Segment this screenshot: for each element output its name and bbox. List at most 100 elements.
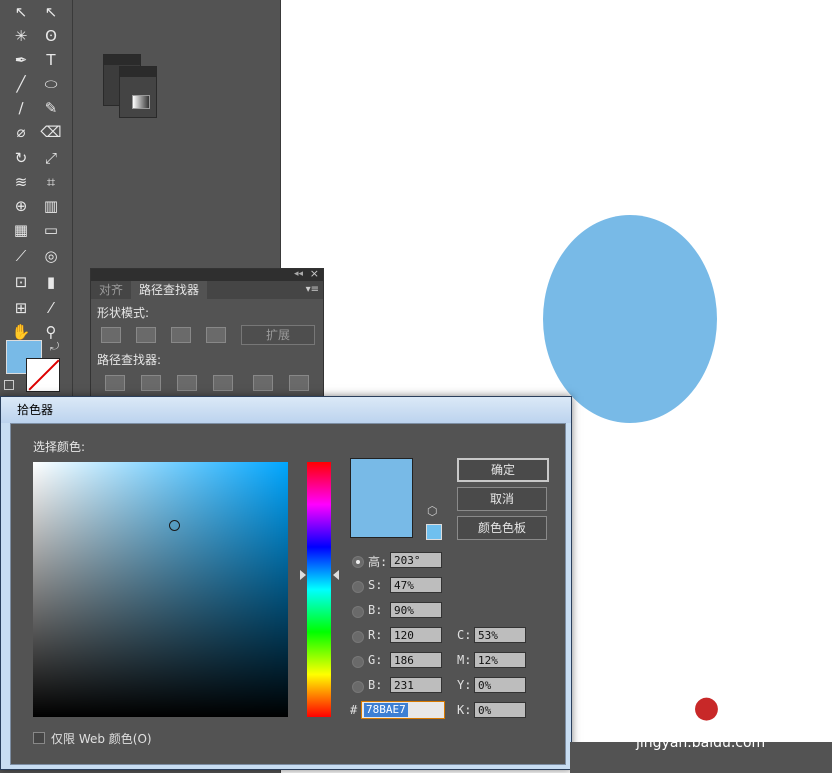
black-field[interactable]: 0% (474, 702, 526, 718)
merge-button[interactable] (177, 375, 197, 391)
slice-tool-icon[interactable]: ⁄ (40, 298, 62, 318)
yellow-field[interactable]: 0% (474, 677, 526, 693)
watermark-brand: Bai (640, 690, 694, 725)
panel-tabs: 对齐 路径查找器 ▾≡ (91, 281, 323, 299)
expand-button[interactable]: 扩展 (241, 325, 315, 345)
yellow-label: Y: (457, 678, 472, 692)
gradient-panel-icon[interactable] (119, 66, 157, 118)
watermark-cn: 经验 (772, 698, 817, 723)
scale-tool-icon[interactable]: ⤢ (40, 148, 62, 168)
hex-value: 78BAE7 (364, 703, 408, 717)
web-safe-color-swatch[interactable] (426, 524, 442, 540)
collapse-icon[interactable]: ◂◂ (294, 269, 303, 279)
watermark-brand2: du (719, 690, 763, 725)
width-tool-icon[interactable]: ≋ (10, 172, 32, 192)
green-radio[interactable] (352, 656, 364, 668)
symbol-sprayer-tool-icon[interactable]: ⊡ (10, 272, 32, 292)
pathfinders-label: 路径查找器: (97, 353, 162, 367)
new-color-preview (350, 458, 413, 538)
blend-tool-icon[interactable]: ◎ (40, 246, 62, 266)
hue-slider[interactable] (307, 462, 331, 717)
cancel-button[interactable]: 取消 (457, 487, 547, 511)
swap-fill-stroke-icon[interactable]: ⤾ (50, 340, 59, 354)
perspective-grid-tool-icon[interactable]: ▥ (40, 196, 62, 216)
artboard-tool-icon[interactable]: ⊞ (10, 298, 32, 318)
brightness-radio[interactable] (352, 606, 364, 618)
hex-field[interactable]: 78BAE7 (361, 701, 445, 719)
shape-builder-tool-icon[interactable]: ⊕ (10, 196, 32, 216)
panel-titlebar: ◂◂ × (91, 267, 323, 281)
red-radio[interactable] (352, 631, 364, 643)
line-tool-icon[interactable]: ╱ (10, 74, 32, 94)
web-safe-warning-cube-icon[interactable]: ⬡ (427, 504, 437, 518)
exclude-button[interactable] (206, 327, 226, 343)
blue-field[interactable]: 231 (390, 677, 442, 693)
pen-tool-icon[interactable]: ✒ (10, 50, 32, 70)
color-picker-dialog: 拾色器 选择颜色: ⬡ 确定 取消 颜色色板 高: 203° S: 47% B:… (0, 396, 572, 770)
lasso-tool-icon[interactable]: ʘ (40, 26, 62, 46)
blue-label: B: (368, 678, 383, 692)
watermark-logo: Bai●du 经验 (640, 690, 817, 725)
magenta-field[interactable]: 12% (474, 652, 526, 668)
blue-radio[interactable] (352, 681, 364, 693)
brightness-field[interactable]: 90% (390, 602, 442, 618)
shape-modes-label: 形状模式: (97, 306, 150, 320)
eyedropper-tool-icon[interactable]: ⟋ (10, 246, 32, 266)
selection-tool-icon[interactable]: ↖ (10, 2, 32, 22)
panel-menu-icon[interactable]: ▾≡ (207, 281, 323, 299)
outline-button[interactable] (253, 375, 273, 391)
divide-button[interactable] (105, 375, 125, 391)
intersect-button[interactable] (171, 327, 191, 343)
unite-button[interactable] (101, 327, 121, 343)
stroke-color-swatch[interactable] (26, 358, 60, 392)
ellipse-shape[interactable] (543, 215, 717, 423)
web-only-checkbox[interactable] (33, 732, 45, 744)
ok-button[interactable]: 确定 (457, 458, 549, 482)
tab-align[interactable]: 对齐 (91, 281, 131, 299)
minus-front-button[interactable] (136, 327, 156, 343)
default-colors-icon[interactable] (4, 380, 14, 390)
pencil-tool-icon[interactable]: ✎ (40, 98, 62, 118)
hue-field[interactable]: 203° (390, 552, 442, 568)
red-field[interactable]: 120 (390, 627, 442, 643)
hue-radio[interactable] (352, 556, 364, 568)
direct-selection-tool-icon[interactable]: ↖ (40, 2, 62, 22)
trim-button[interactable] (141, 375, 161, 391)
rotate-tool-icon[interactable]: ↻ (10, 148, 32, 168)
mesh-tool-icon[interactable]: ▦ (10, 220, 32, 240)
color-field[interactable] (33, 462, 288, 717)
hue-label: 高: (368, 555, 388, 569)
minus-back-button[interactable] (289, 375, 309, 391)
hue-slider-right-handle-icon[interactable] (333, 570, 339, 580)
tab-pathfinder[interactable]: 路径查找器 (131, 281, 208, 299)
color-swatches-button[interactable]: 颜色色板 (457, 516, 547, 540)
free-transform-tool-icon[interactable]: ⌗ (40, 172, 62, 192)
magic-wand-tool-icon[interactable]: ✳ (10, 26, 32, 46)
column-graph-tool-icon[interactable]: ▮ (40, 272, 62, 292)
saturation-field[interactable]: 47% (390, 577, 442, 593)
blob-brush-tool-icon[interactable]: ⌀ (10, 122, 32, 142)
color-field-marker[interactable] (169, 520, 180, 531)
gradient-tool-icon[interactable]: ▭ (40, 220, 62, 240)
cyan-field[interactable]: 53% (474, 627, 526, 643)
magenta-label: M: (457, 653, 472, 667)
brightness-label: B: (368, 603, 383, 617)
type-tool-icon[interactable]: T (40, 50, 62, 70)
hue-slider-left-handle-icon[interactable] (300, 570, 306, 580)
saturation-radio[interactable] (352, 581, 364, 593)
paintbrush-tool-icon[interactable]: ∕ (10, 98, 32, 118)
green-label: G: (368, 653, 383, 667)
green-field[interactable]: 186 (390, 652, 442, 668)
dialog-titlebar[interactable]: 拾色器 (1, 397, 571, 423)
eraser-tool-icon[interactable]: ⌫ (40, 122, 62, 142)
crop-button[interactable] (213, 375, 233, 391)
close-icon[interactable]: × (310, 267, 319, 280)
panel-titlebar (104, 55, 140, 65)
zoom-tool-icon[interactable]: ⚲ (40, 322, 62, 342)
cyan-label: C: (457, 628, 472, 642)
black-label: K: (457, 703, 472, 717)
pathfinder-panel: ◂◂ × 对齐 路径查找器 ▾≡ 形状模式: 扩展 路径查找器: (90, 267, 324, 400)
ellipse-tool-icon[interactable]: ⬭ (40, 74, 62, 94)
hand-tool-icon[interactable]: ✋ (10, 322, 32, 342)
paw-icon: ● (693, 690, 720, 725)
